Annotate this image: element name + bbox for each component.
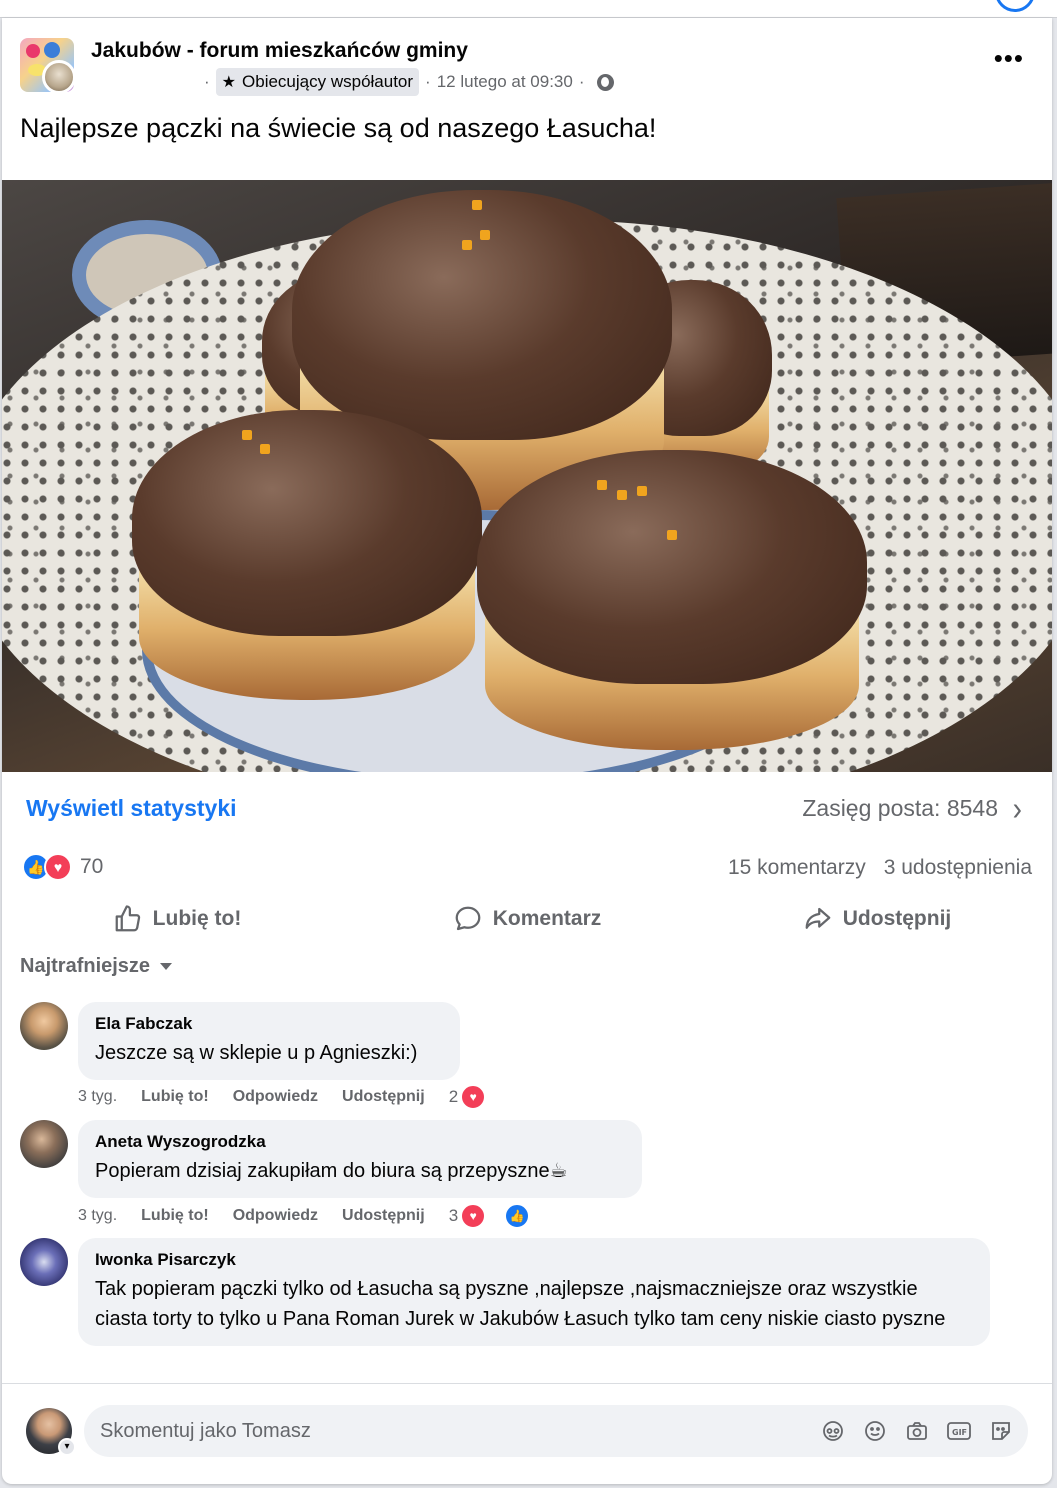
more-options-button[interactable]: •••	[994, 45, 1024, 71]
comment-actions: 3 tyg. Lubię to! Odpowiedz Udostępnij 3 …	[78, 1203, 578, 1229]
globe-icon	[596, 73, 614, 91]
sort-label: Najtrafniejsze	[20, 955, 151, 977]
comments-count[interactable]: 15 komentarzy	[728, 856, 866, 880]
star-icon: ★	[221, 74, 237, 91]
sticker-icon[interactable]	[988, 1418, 1014, 1444]
like-button[interactable]: Lubię to!	[2, 896, 352, 942]
comment-icon	[453, 904, 483, 934]
comment-label: Komentarz	[492, 907, 602, 930]
composer-divider	[2, 1383, 1052, 1384]
shares-count[interactable]: 3 udostępnienia	[884, 856, 1032, 880]
comment-composer[interactable]: GIF	[84, 1405, 1028, 1457]
post-text: Najlepsze pączki na świecie są od naszeg…	[20, 113, 657, 143]
like-reaction-icon: 👍	[504, 1203, 531, 1229]
comment-like-button[interactable]: Lubię to!	[141, 1088, 209, 1106]
love-reaction-icon: ♥	[460, 1084, 487, 1110]
love-reaction-icon: ♥	[44, 853, 72, 881]
chevron-right-icon[interactable]: ›	[1013, 790, 1022, 827]
comment-bubble: Aneta Wyszogrodzka Popieram dzisiaj zaku…	[78, 1120, 642, 1198]
author-avatar[interactable]	[42, 60, 76, 94]
group-avatar[interactable]	[20, 38, 76, 94]
post-card: Jakubów - forum mieszkańców gminy · ★ Ob…	[2, 18, 1052, 1484]
badge-label: Obiecujący współautor	[242, 72, 414, 91]
avatar[interactable]	[20, 1002, 68, 1050]
meta-separator: ·	[425, 72, 431, 91]
emoji-icon[interactable]	[862, 1418, 888, 1444]
comment-button[interactable]: Komentarz	[352, 896, 702, 942]
avatar[interactable]	[20, 1120, 68, 1168]
comment-reply-button[interactable]: Odpowiedz	[233, 1088, 318, 1106]
comment-sort-dropdown[interactable]: Najtrafniejsze	[20, 955, 173, 978]
post-actions: Lubię to! Komentarz Udostępnij	[2, 896, 1052, 942]
current-user-avatar[interactable]: ▾	[26, 1408, 76, 1456]
group-name[interactable]: Jakubów - forum mieszkańców gminy	[91, 39, 468, 63]
share-arrow-icon	[803, 904, 833, 934]
thumbs-up-icon	[113, 904, 143, 934]
comment-share-button[interactable]: Udostępnij	[342, 1088, 425, 1106]
comment-actions: 3 tyg. Lubię to! Odpowiedz Udostępnij 2 …	[78, 1084, 534, 1110]
avatar[interactable]	[20, 1238, 68, 1286]
post-reach[interactable]: Zasięg posta: 8548	[802, 795, 998, 822]
meta-separator: ·	[578, 72, 585, 91]
commenter-name[interactable]: Iwonka Pisarczyk	[95, 1250, 974, 1270]
share-label: Udostępnij	[842, 907, 952, 930]
view-insights-link[interactable]: Wyświetl statystyki	[26, 795, 237, 822]
svg-text:GIF: GIF	[952, 1428, 967, 1437]
composer-tools: GIF	[820, 1418, 1014, 1444]
share-button[interactable]: Udostępnij	[702, 896, 1052, 942]
avatar-sticker-icon[interactable]	[820, 1418, 846, 1444]
contributor-badge[interactable]: ★ Obiecujący współautor	[215, 68, 420, 96]
meta-separator: ·	[204, 72, 210, 91]
engagement-counts: 15 komentarzy 3 udostępnienia	[728, 856, 1032, 880]
like-label: Lubię to!	[152, 907, 242, 930]
comment-like-button[interactable]: Lubię to!	[141, 1207, 209, 1225]
comment-text: Tak popieram pączki tylko od Łasucha są …	[95, 1278, 946, 1330]
comment-reply-button[interactable]: Odpowiedz	[233, 1207, 318, 1225]
top-strip	[0, 0, 1057, 18]
comment-reactions[interactable]: 3 ♥ 👍	[449, 1203, 554, 1229]
comment-input[interactable]	[100, 1405, 800, 1457]
profile-ring-icon[interactable]	[995, 0, 1035, 12]
love-reaction-icon: ♥	[460, 1203, 487, 1229]
reaction-summary[interactable]: 👍 ♥ 70	[22, 853, 103, 881]
reaction-count: 70	[80, 855, 104, 878]
post-meta: · ★ Obiecujący współautor · 12 lutego at…	[198, 68, 614, 96]
gif-icon[interactable]: GIF	[946, 1418, 972, 1444]
camera-icon[interactable]	[904, 1418, 930, 1444]
post-photo[interactable]	[2, 180, 1052, 772]
comment-reactions[interactable]: 2 ♥	[449, 1084, 510, 1110]
comment-time[interactable]: 3 tyg.	[78, 1088, 117, 1106]
comment-share-button[interactable]: Udostępnij	[342, 1207, 425, 1225]
caret-down-icon	[160, 963, 173, 970]
comment-reaction-count: 2	[448, 1087, 459, 1106]
comment-bubble: Ela Fabczak Jeszcze są w sklepie u p Agn…	[78, 1002, 460, 1080]
post-date[interactable]: 12 lutego at 09:30	[437, 72, 573, 92]
comment-text: Popieram dzisiaj zakupiłam do biura są p…	[95, 1160, 568, 1182]
chevron-down-icon[interactable]: ▾	[58, 1438, 76, 1456]
comment-reaction-count: 3	[448, 1206, 459, 1225]
comment-time[interactable]: 3 tyg.	[78, 1207, 117, 1225]
comment-text: Jeszcze są w sklepie u p Agnieszki:)	[95, 1042, 418, 1064]
commenter-name[interactable]: Aneta Wyszogrodzka	[95, 1132, 626, 1152]
commenter-name[interactable]: Ela Fabczak	[95, 1014, 444, 1034]
comment-bubble: Iwonka Pisarczyk Tak popieram pączki tyl…	[78, 1238, 990, 1346]
